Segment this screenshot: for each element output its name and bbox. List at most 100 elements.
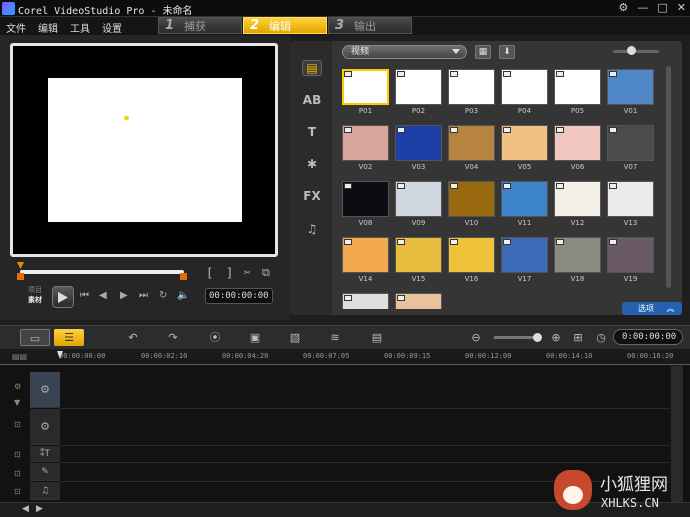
scrub-bar[interactable] (20, 270, 184, 274)
next-frame-icon[interactable]: ▶ (120, 290, 128, 301)
zoom-out-icon[interactable]: ⊖ (466, 329, 486, 346)
clip-mode-label[interactable]: 素材 (28, 295, 42, 305)
track-lock-icon[interactable]: ⊡ (14, 420, 21, 429)
title-lock-icon[interactable]: ⊡ (14, 450, 21, 459)
volume-icon[interactable]: 🔈 (177, 290, 189, 301)
scroll-right-icon[interactable]: ▶ (36, 504, 43, 514)
split-clip-icon[interactable]: ✂ (244, 266, 251, 279)
ripple-edit-icon[interactable]: ⚙ (14, 382, 21, 391)
media-type-icon (344, 127, 352, 133)
mark-in-handle[interactable] (17, 273, 24, 280)
audio-waveform-icon[interactable]: ≋ (320, 329, 350, 346)
end-icon[interactable]: ⏭ (139, 290, 148, 301)
play-button[interactable] (52, 286, 74, 308)
add-folder-icon[interactable]: ▦ (475, 45, 491, 59)
enlarge-preview-icon[interactable]: ⧉ (262, 266, 270, 280)
audio-icon[interactable]: ♫ (302, 221, 322, 237)
undo-icon[interactable]: ↶ (118, 329, 148, 346)
library-item[interactable] (342, 293, 389, 309)
maximize-icon[interactable]: □ (657, 1, 667, 14)
library-item[interactable]: V09 (395, 181, 442, 228)
mark-out-button[interactable]: ] (226, 266, 233, 280)
graphic-icon[interactable]: ✱ (302, 156, 322, 172)
library-item[interactable]: P02 (395, 69, 442, 116)
library-item[interactable]: V11 (501, 181, 548, 228)
redo-icon[interactable]: ↷ (158, 329, 188, 346)
library-item[interactable]: V14 (342, 237, 389, 284)
scroll-left-icon[interactable]: ◀ (22, 504, 29, 514)
library-item[interactable]: V05 (501, 125, 548, 172)
play-mode-switch[interactable]: 项目 素材 (28, 285, 42, 305)
transition-icon[interactable]: AB (302, 92, 322, 108)
library-item[interactable]: V17 (501, 237, 548, 284)
library-item[interactable]: V07 (607, 125, 654, 172)
settings-icon[interactable]: ⚙ (619, 1, 629, 14)
sound-mixer-icon[interactable]: ▣ (240, 329, 270, 346)
mark-out-handle[interactable] (180, 273, 187, 280)
library-item[interactable]: V15 (395, 237, 442, 284)
music-lock-icon[interactable]: ⊡ (14, 487, 21, 496)
thumbnail-size-knob[interactable] (627, 46, 636, 55)
menu-file[interactable]: 文件 (6, 20, 26, 35)
menu-edit[interactable]: 编辑 (38, 20, 58, 35)
menu-settings[interactable]: 设置 (102, 20, 122, 35)
title-track-header[interactable]: ⁑T (30, 446, 60, 462)
library-scrollbar[interactable] (666, 66, 671, 288)
library-item[interactable]: V04 (448, 125, 495, 172)
library-item[interactable]: P01 (342, 69, 389, 116)
repeat-icon[interactable]: ↻ (159, 290, 167, 301)
clock-icon[interactable]: ◷ (591, 329, 611, 346)
storyboard-view-icon[interactable]: ▭ (20, 329, 50, 346)
import-media-icon[interactable]: ⬇ (499, 45, 515, 59)
library-item[interactable]: P03 (448, 69, 495, 116)
title-icon[interactable]: T (302, 124, 322, 140)
menu-tools[interactable]: 工具 (70, 20, 90, 35)
library-item[interactable]: V16 (448, 237, 495, 284)
options-button[interactable]: 选项 ︽ (622, 302, 682, 315)
record-capture-icon[interactable]: ⦿ (200, 329, 230, 346)
previous-frame-icon[interactable]: ◀ (99, 290, 107, 301)
library-item[interactable]: V18 (554, 237, 601, 284)
library-item[interactable] (395, 293, 442, 309)
library-item[interactable]: V02 (342, 125, 389, 172)
timeline-zoom-knob[interactable] (533, 333, 542, 342)
filter-icon[interactable]: FX (302, 188, 322, 204)
video-track-header[interactable]: ⚙ (30, 372, 60, 408)
tab-step-1[interactable]: 1 捕获 (158, 17, 242, 34)
voice-track-header[interactable]: ✎ (30, 463, 60, 481)
media-library-icon[interactable]: ▤ (302, 60, 322, 76)
music-track-header[interactable]: ♫ (30, 482, 60, 500)
library-item[interactable]: V08 (342, 181, 389, 228)
mark-in-button[interactable]: [ (206, 266, 213, 280)
library-item[interactable]: V13 (607, 181, 654, 228)
library-folder-dropdown[interactable]: 视频 (342, 45, 467, 59)
close-icon[interactable]: ✕ (677, 1, 686, 14)
library-item[interactable]: V06 (554, 125, 601, 172)
player-timecode[interactable]: 00:00:00:00 (205, 288, 273, 304)
thumbnail-size-slider[interactable] (613, 50, 659, 53)
library-item[interactable]: P04 (501, 69, 548, 116)
library-item[interactable]: V10 (448, 181, 495, 228)
library-item[interactable]: V01 (607, 69, 654, 116)
library-item[interactable]: V19 (607, 237, 654, 284)
timeline-zoom-slider[interactable] (494, 336, 538, 339)
home-icon[interactable]: ⏮ (80, 290, 89, 301)
overlay-track-header[interactable]: ⚙ (30, 409, 60, 445)
timeline-timecode[interactable]: 0:00:00:00 (613, 329, 683, 345)
auto-music-icon[interactable]: ▧ (280, 329, 310, 346)
library-item[interactable]: V12 (554, 181, 601, 228)
project-mode-label[interactable]: 项目 (28, 285, 42, 295)
library-item[interactable]: P05 (554, 69, 601, 116)
tab-step-3[interactable]: 3 输出 (328, 17, 412, 34)
minimize-icon[interactable]: — (637, 1, 648, 14)
voice-lock-icon[interactable]: ⊡ (14, 469, 21, 478)
track-manager-icon[interactable]: ▤▤ (12, 352, 27, 361)
tab-step-2[interactable]: 2 编辑 (243, 17, 327, 34)
timeline-view-icon[interactable]: ☰ (54, 329, 84, 346)
multi-trim-icon[interactable]: ▤ (362, 329, 392, 346)
library-item-label: V03 (411, 163, 426, 171)
fit-project-icon[interactable]: ⊞ (568, 329, 588, 346)
track-collapse-icon[interactable]: ▼ (14, 398, 20, 407)
zoom-in-icon[interactable]: ⊕ (546, 329, 566, 346)
library-item[interactable]: V03 (395, 125, 442, 172)
